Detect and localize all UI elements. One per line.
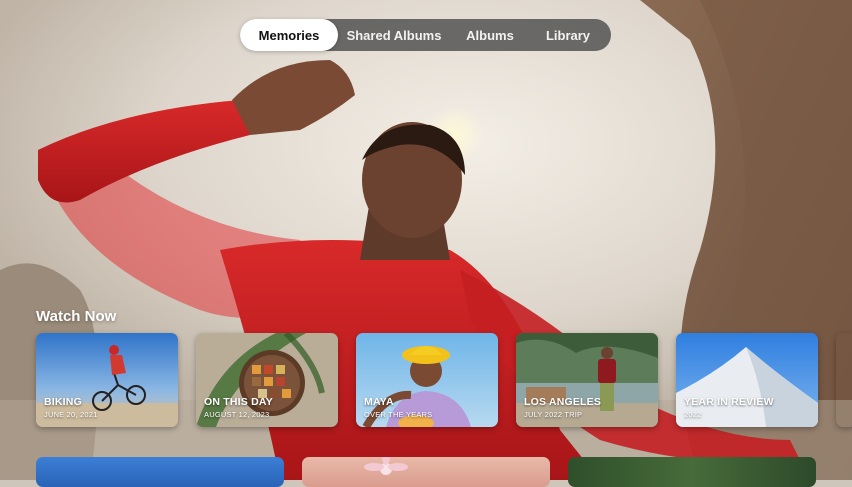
tab-bar: Memories Shared Albums Albums Library — [240, 19, 611, 51]
tab-albums[interactable]: Albums — [450, 19, 530, 51]
memory-card-thumbnail — [364, 457, 408, 475]
memory-card-partial[interactable] — [836, 333, 852, 427]
memory-card-title: LOS ANGELES — [524, 396, 602, 408]
memory-card-subtitle: JULY 2022 TRIP — [524, 410, 583, 419]
memory-card-subtitle: AUGUST 12, 2023 — [204, 410, 270, 419]
memory-card-title: BIKING — [44, 396, 82, 408]
memory-card-row2-3[interactable] — [568, 457, 816, 487]
memory-card-subtitle: 2022 — [684, 410, 702, 419]
memory-card-title: YEAR IN REVIEW — [684, 396, 774, 408]
memory-card-maya[interactable]: MAYA OVER THE YEARS — [356, 333, 498, 427]
memory-card-title: MAYA — [364, 396, 394, 408]
memory-card-subtitle: JUNE 20, 2021 — [44, 410, 98, 419]
tab-library[interactable]: Library — [530, 19, 606, 51]
memory-card-title: ON THIS DAY — [204, 396, 273, 408]
memory-card-thumbnail — [836, 333, 852, 427]
memory-card-biking[interactable]: BIKING JUNE 20, 2021 — [36, 333, 178, 427]
tab-memories[interactable]: Memories — [240, 19, 338, 51]
section-title-watch-now: Watch Now — [36, 308, 117, 325]
memory-card-row2-2[interactable] — [302, 457, 550, 487]
memory-card-subtitle: OVER THE YEARS — [364, 410, 433, 419]
memory-card-on-this-day[interactable]: ON THIS DAY AUGUST 12, 2023 — [196, 333, 338, 427]
tab-shared-albums[interactable]: Shared Albums — [338, 19, 450, 51]
memory-card-row2-1[interactable] — [36, 457, 284, 487]
memory-card-los-angeles[interactable]: LOS ANGELES JULY 2022 TRIP — [516, 333, 658, 427]
memory-card-year-in-review[interactable]: YEAR IN REVIEW 2022 — [676, 333, 818, 427]
